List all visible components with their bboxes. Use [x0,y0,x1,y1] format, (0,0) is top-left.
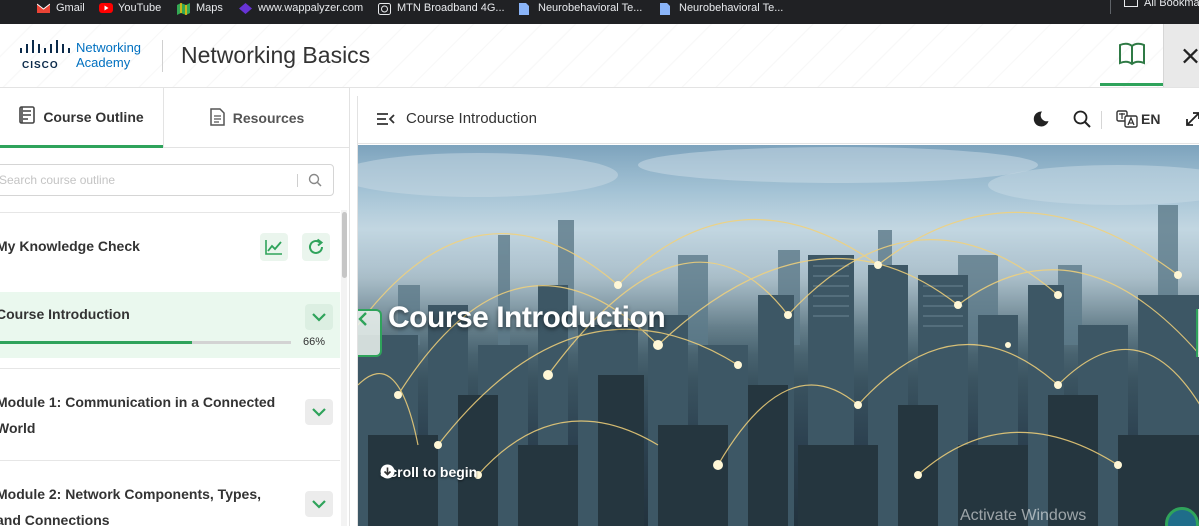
hero-title: Course Introduction [388,301,666,334]
translate-icon[interactable] [1116,110,1138,133]
bookmark-label: www.wappalyzer.com [258,2,364,14]
search-divider [297,174,298,187]
search-icon[interactable] [1073,110,1091,133]
gmail-icon [36,3,51,14]
course-progress-bar [0,341,291,344]
module-1-label: Module 1: Communication in a Connected W… [0,394,276,436]
bookmarks-bar: Gmail YouTube Maps www.wappalyzer.com MT… [0,0,1199,24]
refresh-icon [309,238,324,254]
bookmark-label: MTN Broadband 4G... [397,2,505,14]
bookmark-label: Gmail [56,2,85,14]
maps-icon [177,2,190,15]
course-introduction-label: Course Introduction [0,306,130,322]
router-icon [378,2,391,15]
bookmark-label: Neurobehavioral Te... [679,2,784,14]
progress-chart-button[interactable] [260,233,288,261]
bookmark-label: Maps [196,2,223,14]
logo-line-2: Academy [76,55,131,70]
tab-resources[interactable]: Resources [163,88,349,148]
bookmark-neuro-2[interactable]: Neurobehavioral Te... [660,0,783,20]
outline-icon [19,106,36,127]
bookmark-maps[interactable]: Maps [177,0,223,20]
bookmark-mtn[interactable]: MTN Broadband 4G... [378,0,505,20]
expand-button[interactable] [305,304,333,330]
chevron-down-icon [312,499,326,509]
bookmark-label: YouTube [118,2,162,14]
doc-icon [660,2,673,15]
course-title: Networking Basics [181,42,371,68]
dark-mode-icon[interactable] [1032,110,1050,133]
module-2-item[interactable]: Module 2: Network Components, Types, and… [0,460,340,526]
toolbar-divider [1101,111,1102,129]
outline-search [0,164,334,196]
tab-course-outline[interactable]: Course Outline [0,88,163,148]
doc-icon [519,2,532,15]
retake-button[interactable] [302,233,330,261]
bookmarks-divider [1110,0,1111,14]
module-1-item[interactable]: Module 1: Communication in a Connected W… [0,368,340,460]
bookmark-neuro-1[interactable]: Neurobehavioral Te... [519,0,642,20]
course-outline-sidebar: Course Outline Resources My Knowledge Ch… [0,88,350,526]
city-network-illustration [358,145,1199,526]
chevron-down-icon [312,407,326,417]
folder-icon [1124,0,1138,10]
bookmark-gmail[interactable]: Gmail [36,0,85,20]
course-progress-fill [0,341,193,344]
document-icon [209,107,225,129]
course-introduction-item[interactable]: Course Introduction 66% [0,292,340,358]
close-icon [1183,48,1198,63]
chevron-down-icon [312,312,326,322]
course-header: CISCO Networking Academy Networking Basi… [0,24,1199,88]
youtube-icon [99,2,113,14]
all-bookmarks-button[interactable]: All Bookmarks [1124,0,1199,10]
open-book-icon [1118,42,1145,65]
bookmark-label: Neurobehavioral Te... [538,2,643,14]
scroll-to-begin-button[interactable]: Scroll to begin [380,464,477,480]
course-book-button[interactable] [1100,24,1163,86]
bookmark-youtube[interactable]: YouTube [99,0,161,20]
content-toolbar: Course Introduction EN [358,96,1199,144]
cisco-bars-icon [20,40,70,53]
module-2-label: Module 2: Network Components, Types, and… [0,486,261,526]
logo-line-1: Networking [76,40,142,55]
knowledge-check-label: My Knowledge Check [0,238,140,254]
app-window: Gmail YouTube Maps www.wappalyzer.com MT… [0,0,1199,526]
language-selector[interactable]: EN [1141,111,1160,127]
search-input[interactable] [0,165,289,195]
sidebar-tabs: Course Outline Resources [0,88,349,148]
tab-label: Course Outline [43,108,144,125]
previous-page-button[interactable] [358,309,382,357]
wappalyzer-icon [239,2,252,14]
expand-button[interactable] [305,399,333,425]
expand-button[interactable] [305,491,333,517]
content-panel: Course Introduction EN Course Introducti… [357,96,1199,526]
close-button[interactable] [1163,24,1199,87]
all-bookmarks-label: All Bookmarks [1144,0,1199,9]
windows-activation-watermark: Activate Windows [960,507,1087,524]
sidebar-scrollbar[interactable] [342,212,347,278]
course-hero-banner: Course Introduction Scroll to begin Acti… [358,145,1199,526]
header-divider [162,40,163,72]
breadcrumb: Course Introduction [406,110,537,127]
chevron-left-icon [358,312,367,326]
search-icon[interactable] [308,173,322,192]
collapse-menu-icon[interactable] [376,111,396,132]
cisco-logo[interactable]: CISCO Networking Academy [18,38,148,74]
knowledge-check-item[interactable]: My Knowledge Check [0,212,340,280]
cisco-wordmark: CISCO [22,60,59,71]
arrow-down-circle-icon [380,464,395,479]
course-progress-percent: 66% [303,336,326,348]
bookmark-wappalyzer[interactable]: www.wappalyzer.com [239,0,363,20]
tab-label: Resources [232,110,305,126]
line-chart-icon [265,240,282,255]
netacad-wordmark: Networking Academy [76,40,141,70]
fullscreen-icon[interactable] [1184,110,1199,133]
